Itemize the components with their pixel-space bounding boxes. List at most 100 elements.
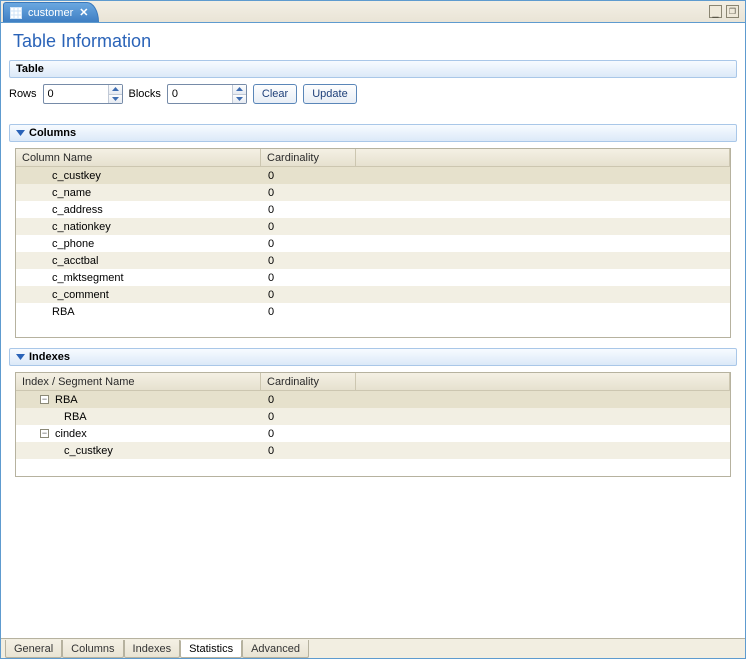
collapse-icon[interactable] [16,353,25,362]
row-label: cindex [55,428,87,440]
table-row[interactable]: c_custkey 0 [16,442,730,459]
table-row[interactable]: RBA0 [16,303,730,320]
section-header-indexes[interactable]: Indexes [9,348,737,366]
cell-cardinality: 0 [261,427,356,441]
blocks-step-down[interactable] [233,95,246,104]
columns-table-body: c_custkey0c_name0c_address0c_nationkey0c… [16,167,730,337]
section-header-columns[interactable]: Columns [9,124,737,142]
indexes-table-header: Index / Segment Name Cardinality [16,373,730,391]
table-row[interactable]: c_acctbal0 [16,252,730,269]
cell-index-name: RBA [16,410,261,424]
section-title: Columns [29,127,76,139]
col-header-name[interactable]: Index / Segment Name [16,373,261,390]
table-row[interactable]: c_custkey0 [16,167,730,184]
rows-step-up[interactable] [109,85,122,95]
cell-column-name: c_acctbal [16,254,261,268]
blank-row [16,459,730,476]
editor-tab-customer[interactable]: customer ✕ [3,2,99,22]
blocks-label: Blocks [129,88,161,100]
tab-indexes[interactable]: Indexes [124,640,181,658]
row-label: c_custkey [64,445,113,457]
content-area: Table Information Table Rows Blocks [1,23,745,638]
cell-column-name: c_comment [16,288,261,302]
cell-column-name: c_mktsegment [16,271,261,285]
section-title: Table [16,63,44,75]
table-row[interactable]: c_name0 [16,184,730,201]
cell-index-name: −cindex [16,427,261,441]
cell-cardinality: 0 [261,410,356,424]
col-header-cardinality[interactable]: Cardinality [261,149,356,166]
page-title: Table Information [13,31,737,52]
blocks-spinner[interactable] [167,84,247,104]
tab-columns[interactable]: Columns [62,640,123,658]
table-row[interactable]: RBA 0 [16,408,730,425]
editor-window: customer ✕ ▁ ❐ Table Information Table R… [0,0,746,659]
cell-cardinality: 0 [261,254,356,268]
cell-index-name: c_custkey [16,444,261,458]
table-row[interactable]: c_address0 [16,201,730,218]
table-row[interactable]: c_comment0 [16,286,730,303]
indexes-table: Index / Segment Name Cardinality −RBA0RB… [15,372,731,477]
update-button[interactable]: Update [303,84,356,104]
table-row[interactable]: c_nationkey0 [16,218,730,235]
cell-column-name: RBA [16,305,261,319]
cell-cardinality: 0 [261,288,356,302]
section-title: Indexes [29,351,70,363]
cell-column-name: c_custkey [16,169,261,183]
cell-column-name: c_nationkey [16,220,261,234]
cell-cardinality: 0 [261,393,356,407]
columns-table: Column Name Cardinality c_custkey0c_name… [15,148,731,338]
bottom-tab-bar: GeneralColumnsIndexesStatisticsAdvanced [1,638,745,658]
cell-index-name: −RBA [16,393,261,407]
row-label: RBA [64,411,87,423]
maximize-button[interactable]: ❐ [726,5,739,18]
table-row[interactable]: −RBA0 [16,391,730,408]
rows-label: Rows [9,88,37,100]
row-label: RBA [55,394,78,406]
cell-cardinality: 0 [261,169,356,183]
tab-statistics[interactable]: Statistics [180,640,242,658]
table-row[interactable]: c_mktsegment0 [16,269,730,286]
col-header-cardinality[interactable]: Cardinality [261,373,356,390]
cell-cardinality: 0 [261,203,356,217]
columns-table-header: Column Name Cardinality [16,149,730,167]
section-body-indexes: Index / Segment Name Cardinality −RBA0RB… [9,372,737,477]
minimize-button[interactable]: ▁ [709,5,722,18]
blank-row [16,320,730,337]
clear-button[interactable]: Clear [253,84,297,104]
cell-column-name: c_phone [16,237,261,251]
col-header-blank [356,149,730,166]
tab-advanced[interactable]: Advanced [242,640,309,658]
editor-tab-label: customer [28,7,73,19]
close-tab-icon[interactable]: ✕ [79,6,88,19]
cell-cardinality: 0 [261,305,356,319]
blocks-step-up[interactable] [233,85,246,95]
cell-column-name: c_address [16,203,261,217]
collapse-icon[interactable] [16,129,25,138]
cell-column-name: c_name [16,186,261,200]
table-row[interactable]: c_phone0 [16,235,730,252]
cell-cardinality: 0 [261,220,356,234]
tab-general[interactable]: General [5,640,62,658]
section-body-columns: Column Name Cardinality c_custkey0c_name… [9,148,737,338]
indexes-table-body: −RBA0RBA0−cindex0c_custkey0 [16,391,730,476]
section-header-table[interactable]: Table [9,60,737,78]
tree-collapse-icon[interactable]: − [40,395,49,404]
cell-cardinality: 0 [261,237,356,251]
table-row[interactable]: −cindex0 [16,425,730,442]
table-inputs-row: Rows Blocks Clear Upda [9,84,737,104]
rows-step-down[interactable] [109,95,122,104]
rows-spinner[interactable] [43,84,123,104]
top-tab-bar: customer ✕ ▁ ❐ [1,1,745,23]
tree-collapse-icon[interactable]: − [40,429,49,438]
cell-cardinality: 0 [261,444,356,458]
cell-cardinality: 0 [261,186,356,200]
window-controls: ▁ ❐ [709,1,739,22]
cell-cardinality: 0 [261,271,356,285]
col-header-blank [356,373,730,390]
table-icon [10,7,22,19]
col-header-name[interactable]: Column Name [16,149,261,166]
rows-input[interactable] [44,85,108,103]
section-body-table: Rows Blocks Clear Upda [9,84,737,114]
blocks-input[interactable] [168,85,232,103]
